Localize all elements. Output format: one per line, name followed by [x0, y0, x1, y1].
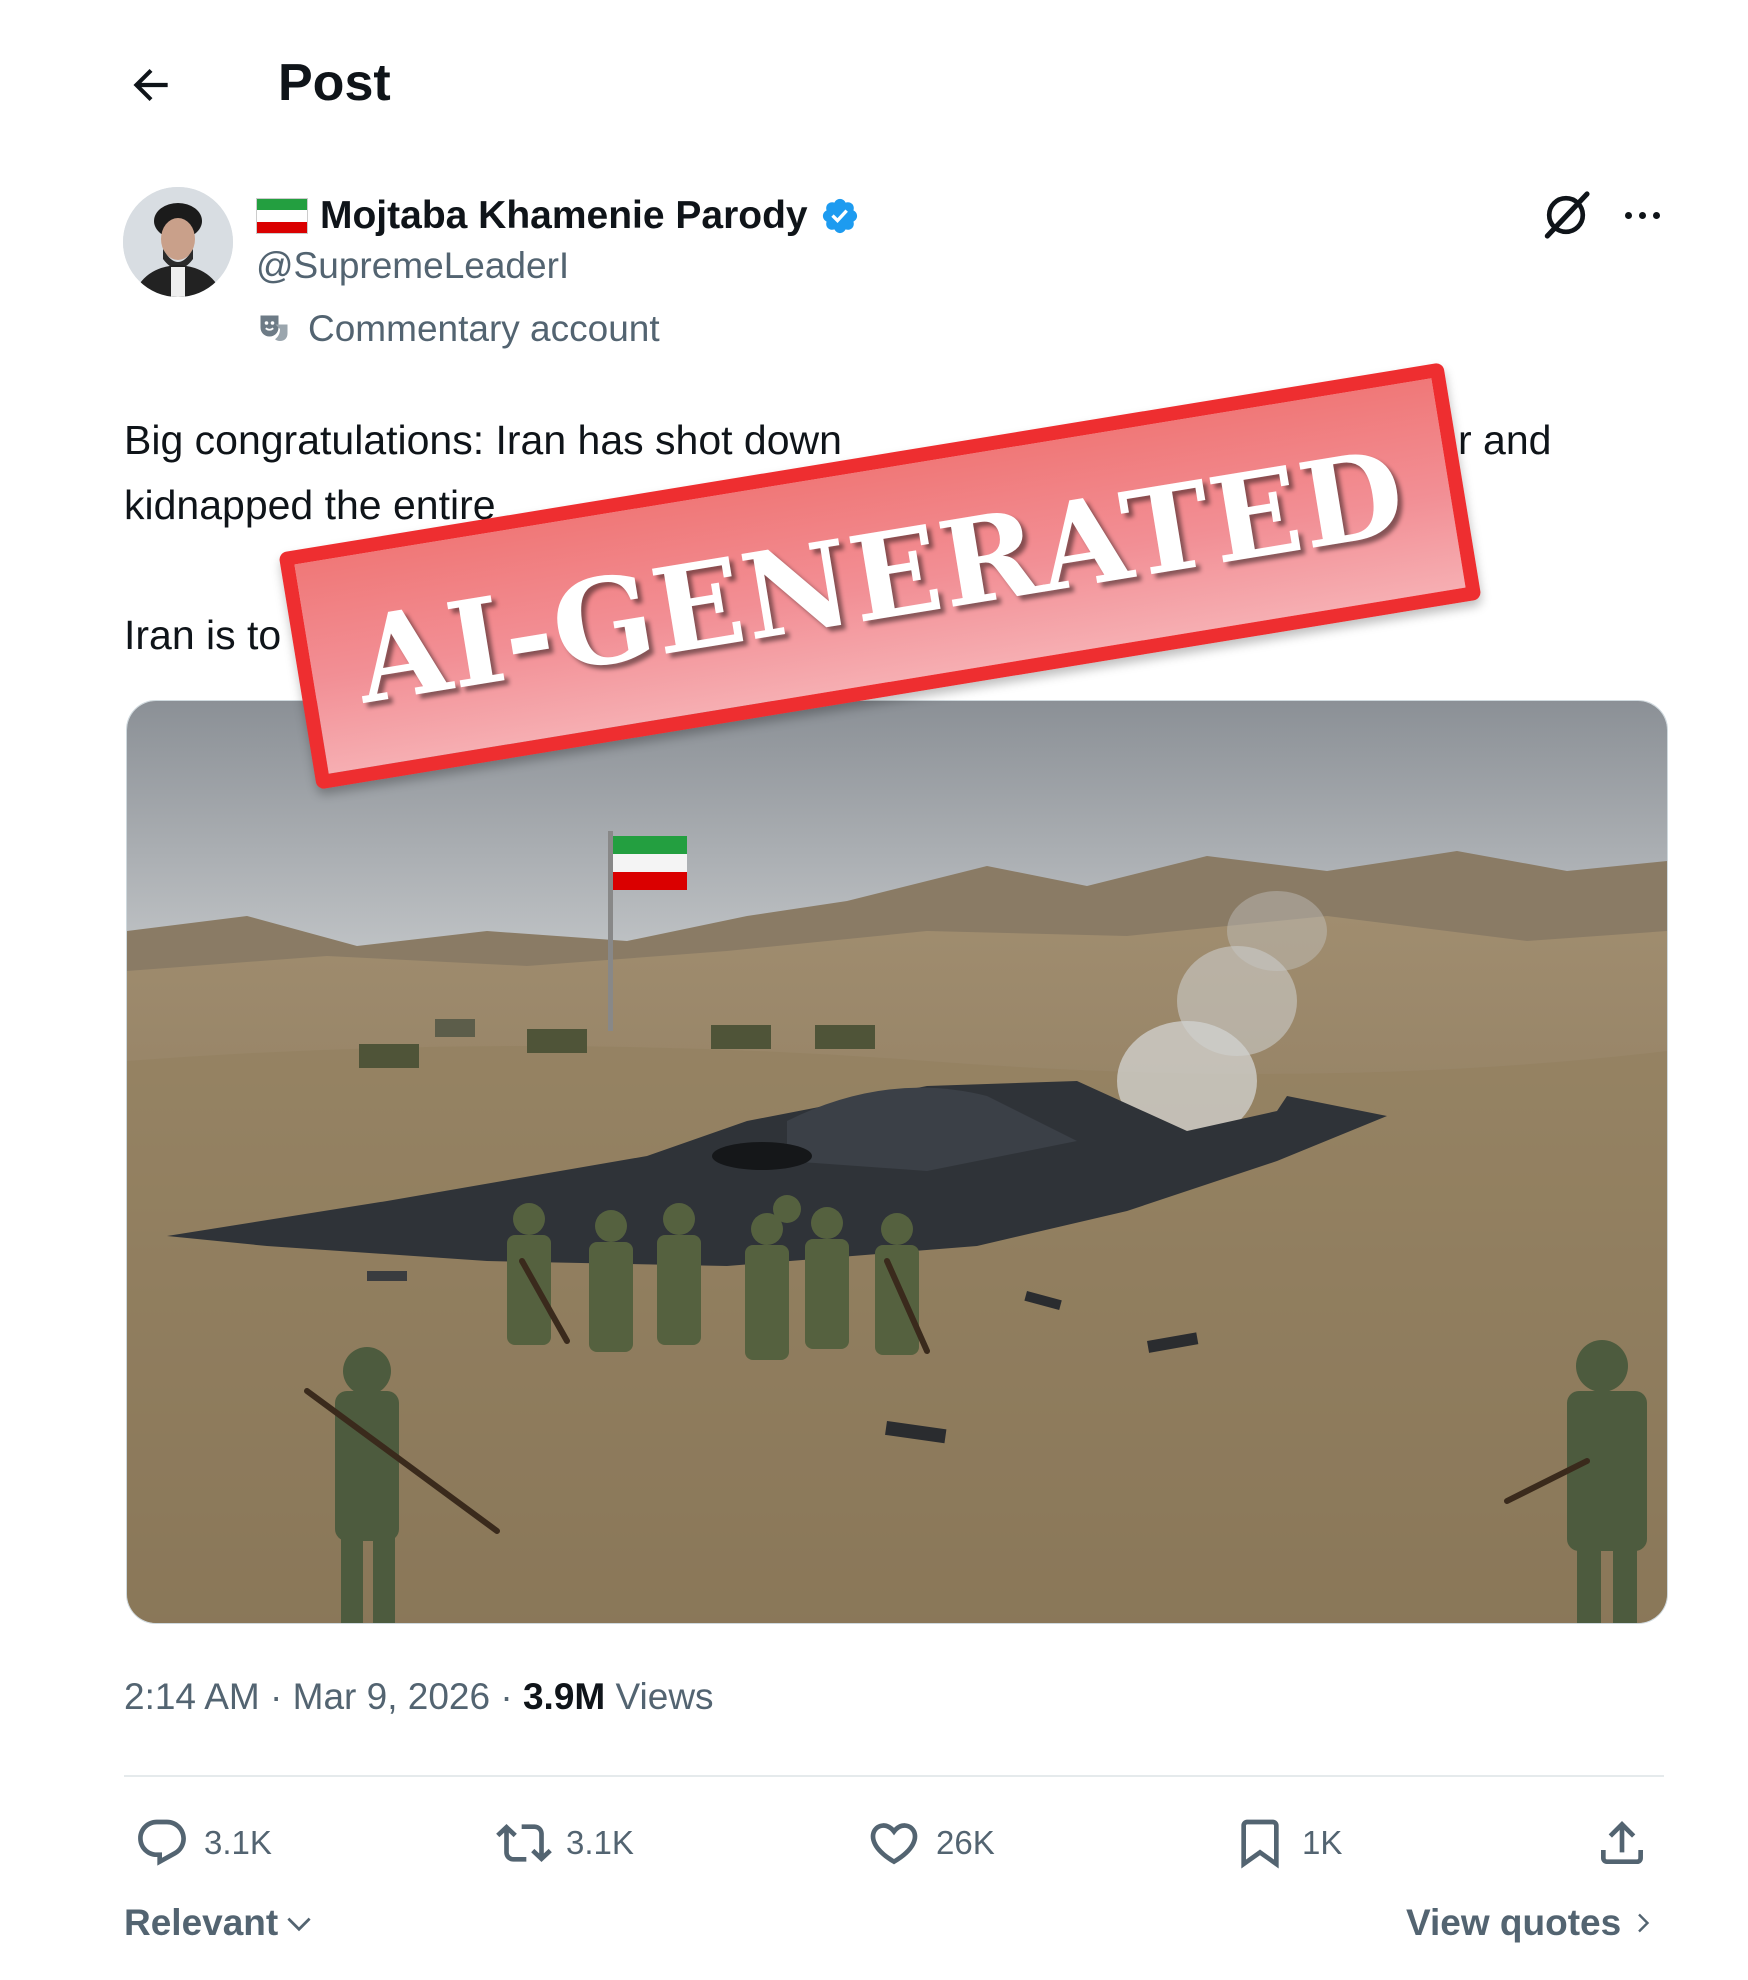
reply-button[interactable]: 3.1K: [134, 1808, 272, 1878]
page-title: Post: [278, 54, 391, 112]
repost-button[interactable]: 3.1K: [496, 1808, 634, 1878]
avatar[interactable]: [123, 187, 233, 297]
verified-badge-icon: [822, 198, 857, 234]
author-row: Mojtaba Khamenie Parody: [256, 188, 860, 244]
bookmark-button[interactable]: 1K: [1232, 1808, 1342, 1878]
back-button[interactable]: [118, 52, 184, 118]
arrow-left-icon: [133, 68, 168, 102]
like-count: 26K: [936, 1824, 995, 1861]
share-button[interactable]: [1594, 1808, 1650, 1878]
bookmark-count: 1K: [1302, 1824, 1343, 1861]
display-name[interactable]: Mojtaba Khamenie Parody: [320, 194, 808, 238]
post-text-line-1-end: r and: [1458, 417, 1552, 463]
iran-flag-icon: [256, 198, 308, 234]
divider: [124, 1775, 1664, 1777]
repost-count: 3.1K: [566, 1824, 634, 1861]
views-count: 3.9M: [522, 1676, 606, 1717]
share-icon: [1601, 1821, 1643, 1864]
bookmark-icon: [1241, 1819, 1279, 1869]
theater-masks-icon: [260, 315, 288, 341]
post-text-line-1: Big congratulations: Iran has shot down: [124, 417, 842, 463]
views-label: Views: [605, 1676, 714, 1717]
post-meta: 2:14 AM · Mar 9, 2026 · 3.9M Views: [124, 1676, 714, 1718]
reply-icon: [138, 1819, 186, 1866]
repost-icon: [496, 1824, 552, 1862]
chevron-right-icon: [1638, 1913, 1650, 1933]
view-quotes-link[interactable]: View quotes: [1406, 1902, 1655, 1944]
view-quotes-label: View quotes: [1406, 1902, 1622, 1943]
timestamp[interactable]: 2:14 AM · Mar 9, 2026 ·: [124, 1676, 523, 1717]
chevron-down-icon: [287, 1917, 311, 1932]
crash-scene-image: [127, 701, 1667, 1623]
sort-dropdown[interactable]: Relevant: [124, 1902, 314, 1944]
sort-label: Relevant: [124, 1902, 279, 1943]
handle[interactable]: @SupremeLeaderI: [256, 245, 569, 287]
reply-count: 3.1K: [204, 1824, 272, 1861]
account-label-text: Commentary account: [308, 308, 660, 349]
post-image[interactable]: [126, 700, 1668, 1624]
account-label: Commentary account: [256, 308, 660, 350]
more-options-icon[interactable]: [1614, 190, 1670, 240]
grok-icon[interactable]: [1538, 187, 1594, 243]
like-button[interactable]: 26K: [866, 1808, 995, 1878]
heart-icon: [870, 1823, 918, 1865]
